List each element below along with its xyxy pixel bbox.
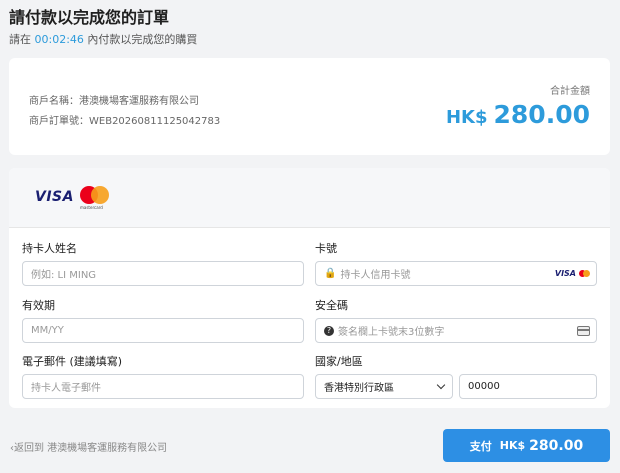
accepted-cards-icons: VISA bbox=[555, 269, 590, 278]
merchant-info: 商戶名稱：港澳機場客運服務有限公司 商戶訂單號：WEB2026081112504… bbox=[29, 92, 220, 132]
cardholder-placeholder: 例如: LI MING bbox=[31, 270, 97, 281]
back-to-merchant-link[interactable]: ‹返回到 港澳機場客運服務有限公司 bbox=[10, 439, 167, 454]
visa-mini-icon: VISA bbox=[554, 269, 576, 278]
credit-card-icon bbox=[577, 326, 590, 336]
timer-suffix: 內付款以完成您的購買 bbox=[87, 33, 198, 46]
order-summary-card: 商戶名稱：港澳機場客運服務有限公司 商戶訂單號：WEB2026081112504… bbox=[9, 58, 610, 155]
merchant-name-row: 商戶名稱：港澳機場客運服務有限公司 bbox=[29, 92, 220, 112]
postal-code-input[interactable]: 00000 bbox=[459, 374, 597, 399]
card-payment-panel: VISA mastercard 持卡人姓名 例如: LI MING 卡號 🔒 持… bbox=[9, 168, 610, 408]
email-label: 電子郵件 (建議填寫) bbox=[22, 355, 123, 368]
merchant-name: 港澳機場客運服務有限公司 bbox=[79, 96, 199, 107]
order-number: WEB20260811125042783 bbox=[89, 116, 221, 127]
expiry-placeholder: MM/YY bbox=[31, 325, 64, 336]
merchant-name-label: 商戶名稱： bbox=[29, 96, 79, 107]
page-title: 請付款以完成您的訂單 bbox=[9, 8, 170, 27]
chevron-down-icon bbox=[436, 380, 446, 390]
expiry-input[interactable]: MM/YY bbox=[22, 318, 304, 343]
cvv-input[interactable]: ? 簽名欄上卡號末3位數字 bbox=[315, 318, 597, 343]
card-brands-row: VISA mastercard bbox=[9, 168, 610, 228]
mastercard-wordmark: mastercard bbox=[80, 205, 103, 210]
lock-icon: 🔒 bbox=[324, 268, 337, 279]
email-input[interactable]: 持卡人電子郵件 bbox=[22, 374, 304, 399]
pay-button-currency: HK$ bbox=[499, 439, 526, 452]
back-link-label: 返回到 港澳機場客運服務有限公司 bbox=[14, 443, 168, 454]
pay-button-label: 支付 bbox=[469, 439, 492, 453]
timer-prefix: 請在 bbox=[9, 33, 31, 46]
order-number-row: 商戶訂單號：WEB20260811125042783 bbox=[29, 112, 220, 132]
card-back-icon-wrap bbox=[577, 326, 590, 336]
cardholder-name-input[interactable]: 例如: LI MING bbox=[22, 261, 304, 286]
pay-button-amount: 280.00 bbox=[529, 437, 584, 454]
country-select[interactable]: 香港特別行政區 bbox=[315, 374, 453, 399]
postal-code-value: 00000 bbox=[468, 381, 500, 392]
payment-timer: 請在 00:02:46 內付款以完成您的購買 bbox=[9, 31, 197, 47]
card-number-label: 卡號 bbox=[315, 242, 337, 255]
mastercard-mini-icon bbox=[579, 270, 590, 277]
visa-logo: VISA bbox=[35, 189, 74, 205]
order-number-label: 商戶訂單號： bbox=[29, 116, 89, 127]
country-label: 國家/地區 bbox=[315, 355, 363, 368]
card-number-placeholder: 持卡人信用卡號 bbox=[340, 270, 411, 281]
total-label: 合計金額 bbox=[550, 86, 590, 97]
help-icon[interactable]: ? bbox=[324, 325, 334, 336]
mastercard-logo: mastercard bbox=[80, 186, 112, 212]
total-amount: HK$ 280.00 bbox=[446, 100, 590, 129]
country-value: 香港特別行政區 bbox=[324, 383, 394, 394]
email-placeholder: 持卡人電子郵件 bbox=[31, 383, 101, 394]
expiry-label: 有效期 bbox=[22, 299, 55, 312]
total-currency: HK$ bbox=[445, 107, 488, 128]
cvv-placeholder: 簽名欄上卡號末3位數字 bbox=[338, 327, 445, 338]
total-value: 280.00 bbox=[493, 100, 590, 129]
cvv-label: 安全碼 bbox=[315, 299, 348, 312]
cardholder-label: 持卡人姓名 bbox=[22, 242, 77, 255]
pay-button[interactable]: 支付 HK$ 280.00 bbox=[443, 429, 610, 462]
card-number-input[interactable]: 🔒 持卡人信用卡號 VISA bbox=[315, 261, 597, 286]
timer-countdown: 00:02:46 bbox=[34, 33, 84, 46]
